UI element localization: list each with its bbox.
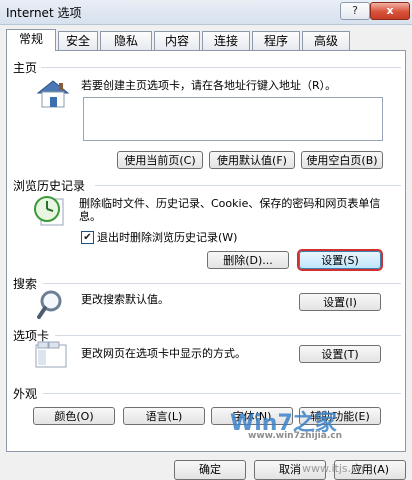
tab-privacy[interactable]: 隐私 <box>100 31 152 50</box>
delete-on-exit-label[interactable]: 退出时删除浏览历史记录(W) <box>97 231 237 244</box>
use-current-button[interactable]: 使用当前页(C) <box>117 151 203 169</box>
tab-content[interactable]: 内容 <box>154 31 200 50</box>
magnifier-icon <box>37 289 69 324</box>
tabs-desc: 更改网页在选项卡中显示的方式。 <box>81 347 246 360</box>
colors-button[interactable]: 颜色(O) <box>33 407 115 425</box>
tabs-settings-button[interactable]: 设置(T) <box>299 345 381 363</box>
title-bar: Internet 选项 ? x <box>0 0 412 25</box>
home-icon <box>35 79 71 112</box>
divider <box>43 283 401 284</box>
tabs-window-icon <box>35 341 67 372</box>
languages-button[interactable]: 语言(L) <box>123 407 205 425</box>
history-title: 浏览历史记录 <box>13 179 86 193</box>
divider <box>55 335 401 336</box>
homepage-title: 主页 <box>13 61 38 75</box>
window-title: Internet 选项 <box>6 6 82 20</box>
tab-security[interactable]: 安全 <box>58 31 98 50</box>
history-clock-icon <box>33 193 69 230</box>
watermark-sub: www.win7zhijia.cn <box>248 431 342 441</box>
use-default-button[interactable]: 使用默认值(F) <box>209 151 295 169</box>
homepage-desc: 若要创建主页选项卡，请在各地址行键入地址（R）。 <box>81 79 337 92</box>
use-blank-button[interactable]: 使用空白页(B) <box>301 151 383 169</box>
delete-history-button[interactable]: 删除(D)... <box>207 251 289 269</box>
search-settings-button[interactable]: 设置(I) <box>299 293 381 311</box>
tab-advanced[interactable]: 高级 <box>302 31 350 50</box>
ok-button[interactable]: 确定 <box>174 460 246 480</box>
divider <box>43 393 401 394</box>
close-button[interactable]: x <box>370 2 410 20</box>
history-settings-button[interactable]: 设置(S) <box>299 251 381 269</box>
homepage-url-field[interactable] <box>83 97 383 141</box>
watermark-logo: Win7之家 www.win7zhijia.cn <box>230 405 410 445</box>
delete-on-exit-checkbox[interactable]: ✔ <box>81 231 94 244</box>
history-desc: 删除临时文件、历史记录、Cookie、保存的密码和网页表单信息。 <box>79 197 381 223</box>
tab-programs[interactable]: 程序 <box>252 31 300 50</box>
tab-general[interactable]: 常规 <box>6 29 56 51</box>
general-panel: 主页 若要创建主页选项卡，请在各地址行键入地址（R）。 使用当前页(C) 使用默… <box>6 50 406 452</box>
search-title: 搜索 <box>13 277 38 291</box>
appearance-title: 外观 <box>13 387 38 401</box>
search-desc: 更改搜索默认值。 <box>81 293 169 306</box>
tab-connections[interactable]: 连接 <box>202 31 250 50</box>
divider <box>95 185 401 186</box>
watermark-url: www.itjs.cn <box>302 462 365 475</box>
help-button[interactable]: ? <box>340 2 370 20</box>
divider <box>41 67 401 68</box>
